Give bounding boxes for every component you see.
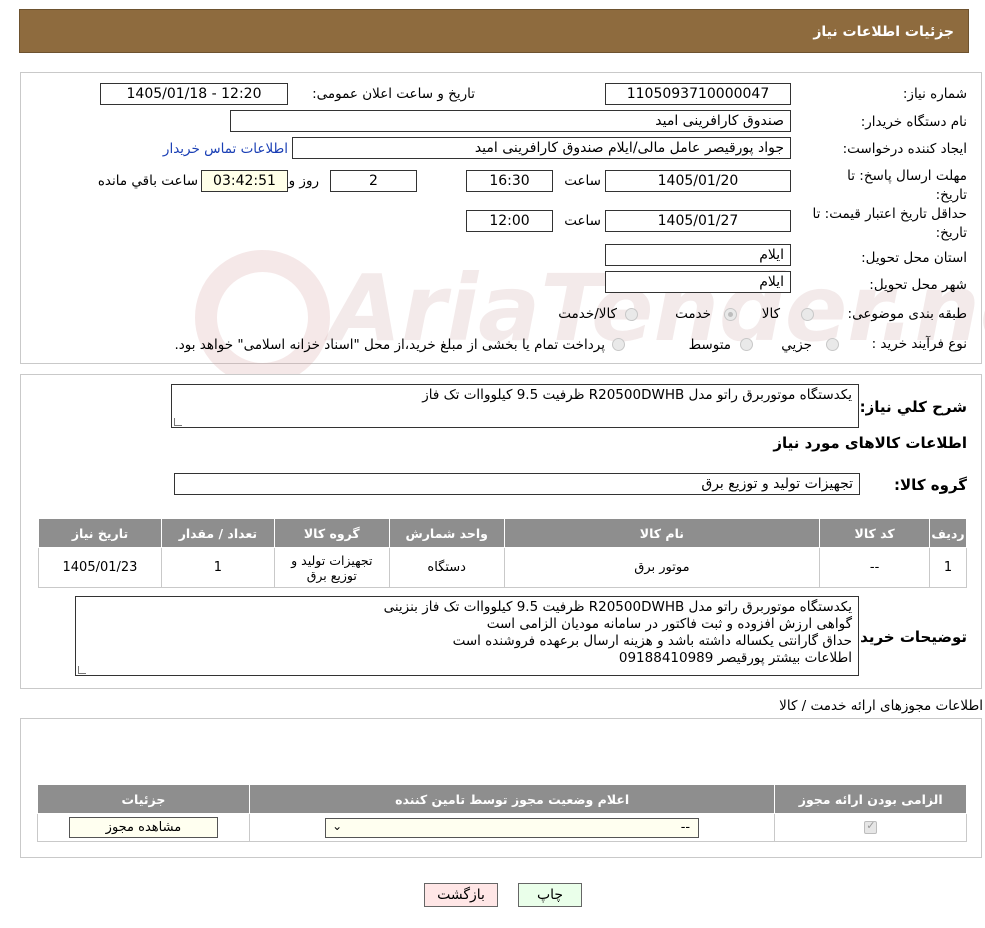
col-permit-status: اعلام وضعیت مجوز توسط تامین کننده: [248, 784, 776, 814]
purchase-radio-treasury[interactable]: [612, 338, 625, 351]
table-row: ✓ -- ⌄ مشاهده مجوز: [37, 813, 967, 842]
reply-time-label: ساعت: [564, 173, 601, 189]
buyer-notes-line: حداق گارانتی یکساله داشته باشد و هزینه ا…: [452, 633, 852, 649]
category-option-service: خدمت: [675, 306, 711, 322]
category-radio-goods[interactable]: [801, 308, 814, 321]
days-label: روز و: [288, 173, 319, 189]
remaining-time-label: ساعت باقي مانده: [97, 173, 198, 189]
goods-info-title: اطلاعات کالاهای مورد نیاز: [773, 434, 967, 452]
cell-qty: 1: [160, 547, 275, 588]
reply-deadline-label: مهلت ارسال پاسخ: تا تاریخ:: [847, 168, 967, 203]
summary-label: شرح کلي نیاز:: [859, 398, 967, 416]
cell-code: --: [819, 547, 931, 588]
resize-grip-icon: [78, 666, 86, 674]
contact-buyer-link[interactable]: اطلاعات تماس خریدار: [163, 141, 288, 157]
need-number-label: شماره نیاز:: [902, 86, 967, 102]
col-name: نام کالا: [503, 518, 821, 548]
col-group: گروه کالا: [273, 518, 390, 548]
purchase-option-medium: متوسط: [688, 337, 731, 353]
permit-status-value: --: [680, 819, 691, 835]
summary-textarea[interactable]: یکدستگاه موتوربرق راتو مدل R20500DWHB ظر…: [171, 384, 859, 428]
table-row: 1 -- موتور برق دستگاه تجهیزات تولید و تو…: [38, 547, 967, 588]
goods-table: ردیف کد کالا نام کالا واحد شمارش گروه کا…: [38, 518, 967, 588]
category-radio-service[interactable]: [724, 308, 737, 321]
buyer-org-label: نام دستگاه خریدار:: [860, 114, 967, 130]
city-field: ایلام: [605, 271, 791, 293]
category-option-goods: کالا: [761, 306, 780, 322]
permits-table: الزامی بودن ارائه مجوز اعلام وضعیت مجوز …: [37, 784, 967, 842]
permits-table-header: الزامی بودن ارائه مجوز اعلام وضعیت مجوز …: [37, 784, 967, 814]
requester-field: جواد پورقیصر عامل مالی/ایلام صندوق کاراف…: [292, 137, 791, 159]
category-label: طبقه بندی موضوعی:: [847, 306, 967, 322]
purchase-option-small: جزیي: [781, 337, 812, 353]
cell-row: 1: [929, 547, 967, 588]
permit-status-select[interactable]: -- ⌄: [325, 817, 700, 838]
province-label: استان محل تحویل:: [861, 250, 967, 266]
days-field: 2: [330, 170, 417, 192]
buyer-notes-label: توضیحات خریدار:: [840, 628, 967, 646]
col-permit-details: جزئیات: [37, 784, 250, 814]
permits-title: اطلاعات مجوزهای ارائه خدمت / کالا: [779, 698, 983, 714]
col-qty: تعداد / مقدار: [160, 518, 275, 548]
resize-grip-icon: [174, 418, 182, 426]
cell-unit: دستگاه: [388, 547, 505, 588]
goods-group-field: تجهیزات تولید و توزیع برق: [174, 473, 860, 495]
purchase-note: پرداخت تمام یا بخشی از مبلغ خرید،از محل …: [174, 337, 605, 353]
reply-time-field: 16:30: [466, 170, 553, 192]
category-option-goods-service: کالا/خدمت: [558, 306, 617, 322]
price-validity-label: حداقل تاریخ اعتبار قیمت: تا تاریخ:: [812, 206, 967, 241]
checkmark-icon: ✓: [866, 819, 876, 832]
view-permit-button[interactable]: مشاهده مجوز: [68, 817, 218, 838]
price-time-field: 12:00: [466, 210, 553, 232]
back-button[interactable]: بازگشت: [424, 883, 498, 907]
category-radio-goods-service[interactable]: [625, 308, 638, 321]
col-row: ردیف: [929, 518, 967, 548]
permit-status-cell: -- ⌄: [248, 813, 776, 842]
need-number-field: 1105093710000047: [605, 83, 791, 105]
remaining-time-field: 03:42:51: [201, 170, 288, 192]
purchase-type-label: نوع فرآیند خرید :: [871, 336, 967, 352]
cell-group: تجهیزات تولید و توزیع برق: [273, 547, 390, 588]
price-date-field: 1405/01/27: [605, 210, 791, 232]
province-field: ایلام: [605, 244, 791, 266]
announce-field: 1405/01/18 - 12:20: [100, 83, 288, 105]
print-button[interactable]: چاپ: [518, 883, 582, 907]
permit-required-cell: ✓: [774, 813, 967, 842]
purchase-radio-small[interactable]: [826, 338, 839, 351]
goods-group-label: گروه کالا:: [894, 476, 967, 494]
page-header: جزئیات اطلاعات نیاز: [19, 9, 969, 53]
price-time-label: ساعت: [564, 213, 601, 229]
purchase-radio-medium[interactable]: [740, 338, 753, 351]
col-unit: واحد شمارش: [388, 518, 505, 548]
permit-details-cell: مشاهده مجوز: [37, 813, 250, 842]
col-permit-required: الزامی بودن ارائه مجوز: [774, 784, 967, 814]
col-code: کد کالا: [819, 518, 931, 548]
page-title: جزئیات اطلاعات نیاز: [813, 24, 954, 40]
announce-label: تاریخ و ساعت اعلان عمومی:: [312, 86, 475, 102]
required-checkbox[interactable]: ✓: [864, 819, 878, 834]
chevron-down-icon: ⌄: [332, 818, 343, 833]
goods-table-header: ردیف کد کالا نام کالا واحد شمارش گروه کا…: [38, 518, 967, 548]
buyer-org-field: صندوق کارافرینی امید: [230, 110, 791, 132]
cell-name: موتور برق: [503, 547, 821, 588]
buyer-notes-textarea[interactable]: یکدستگاه موتوربرق راتو مدل R20500DWHB ظر…: [75, 596, 859, 676]
reply-date-field: 1405/01/20: [605, 170, 791, 192]
cell-date: 1405/01/23: [38, 547, 162, 588]
buyer-notes-line: یکدستگاه موتوربرق راتو مدل R20500DWHB ظر…: [383, 599, 852, 615]
summary-text: یکدستگاه موتوربرق راتو مدل R20500DWHB ظر…: [422, 387, 852, 403]
requester-label: ایجاد کننده درخواست:: [842, 141, 967, 157]
city-label: شهر محل تحویل:: [869, 277, 967, 293]
buyer-notes-line: گواهی ارزش افزوده و ثبت فاکتور در سامانه…: [486, 616, 852, 632]
col-date: تاریخ نیاز: [38, 518, 162, 548]
buyer-notes-line: اطلاعات بیشتر پورقیصر 09188410989: [618, 650, 852, 666]
